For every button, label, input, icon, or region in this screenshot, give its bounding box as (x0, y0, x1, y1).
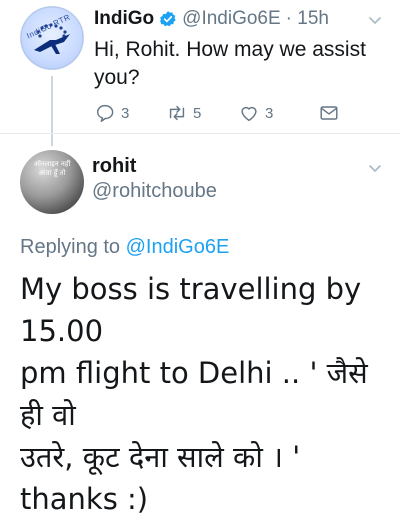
tweet2-text-line: pm flight to Delhi .. ' जैसे ही वो (20, 356, 368, 432)
verified-badge-icon (159, 11, 176, 27)
replying-handle-link[interactable]: @IndiGo6E (126, 236, 230, 258)
tweet1-actions: 3 5 3 (94, 102, 340, 124)
tweet1-text: Hi, Rohit. How may we assist you? (94, 38, 366, 89)
author-handle[interactable]: @IndiGo6E (182, 8, 281, 30)
tweet2-text-line: thanks :) (20, 482, 149, 516)
tweet2-name-block: rohit @rohitchoube (92, 155, 217, 203)
tweet-divider (0, 133, 400, 134)
thread-line (51, 76, 53, 146)
like-count: 3 (265, 104, 274, 122)
heart-icon (241, 106, 257, 122)
reply-button[interactable]: 3 (94, 102, 166, 124)
retweet-icon (169, 105, 185, 121)
retweet-count: 5 (193, 104, 202, 122)
replying-prefix: Replying to (20, 236, 121, 258)
tweet1-header: IndiGo @IndiGo6E · 15h (94, 8, 329, 30)
like-button[interactable]: 3 (238, 102, 318, 124)
author-name[interactable]: IndiGo (94, 8, 154, 30)
avatar-overlay-text: ऑनलाइन नहीं आता हूँ तो (33, 160, 71, 177)
author-handle[interactable]: @rohitchoube (92, 180, 217, 203)
replying-to-label: Replying to @IndiGo6E (20, 236, 229, 259)
reply-icon (96, 104, 114, 122)
author-name[interactable]: rohit (92, 155, 217, 178)
tweet2-text: My boss is travelling by 15.00 pm flight… (20, 268, 398, 520)
reply-count: 3 (121, 104, 130, 122)
rohit-avatar[interactable]: ऑनलाइन नहीं आता हूँ तो (20, 150, 84, 214)
tweet2-text-line: उतरे, कूट देना साले को । ' (20, 440, 301, 474)
tweet2-text-line: My boss is travelling by 15.00 (20, 272, 362, 348)
envelope-icon (320, 106, 338, 120)
tweet-time[interactable]: · 15h (286, 8, 329, 30)
chevron-down-icon[interactable] (368, 14, 382, 28)
chevron-down-icon[interactable] (368, 162, 382, 176)
retweet-button[interactable]: 5 (166, 102, 238, 124)
direct-message-button[interactable] (318, 102, 340, 124)
